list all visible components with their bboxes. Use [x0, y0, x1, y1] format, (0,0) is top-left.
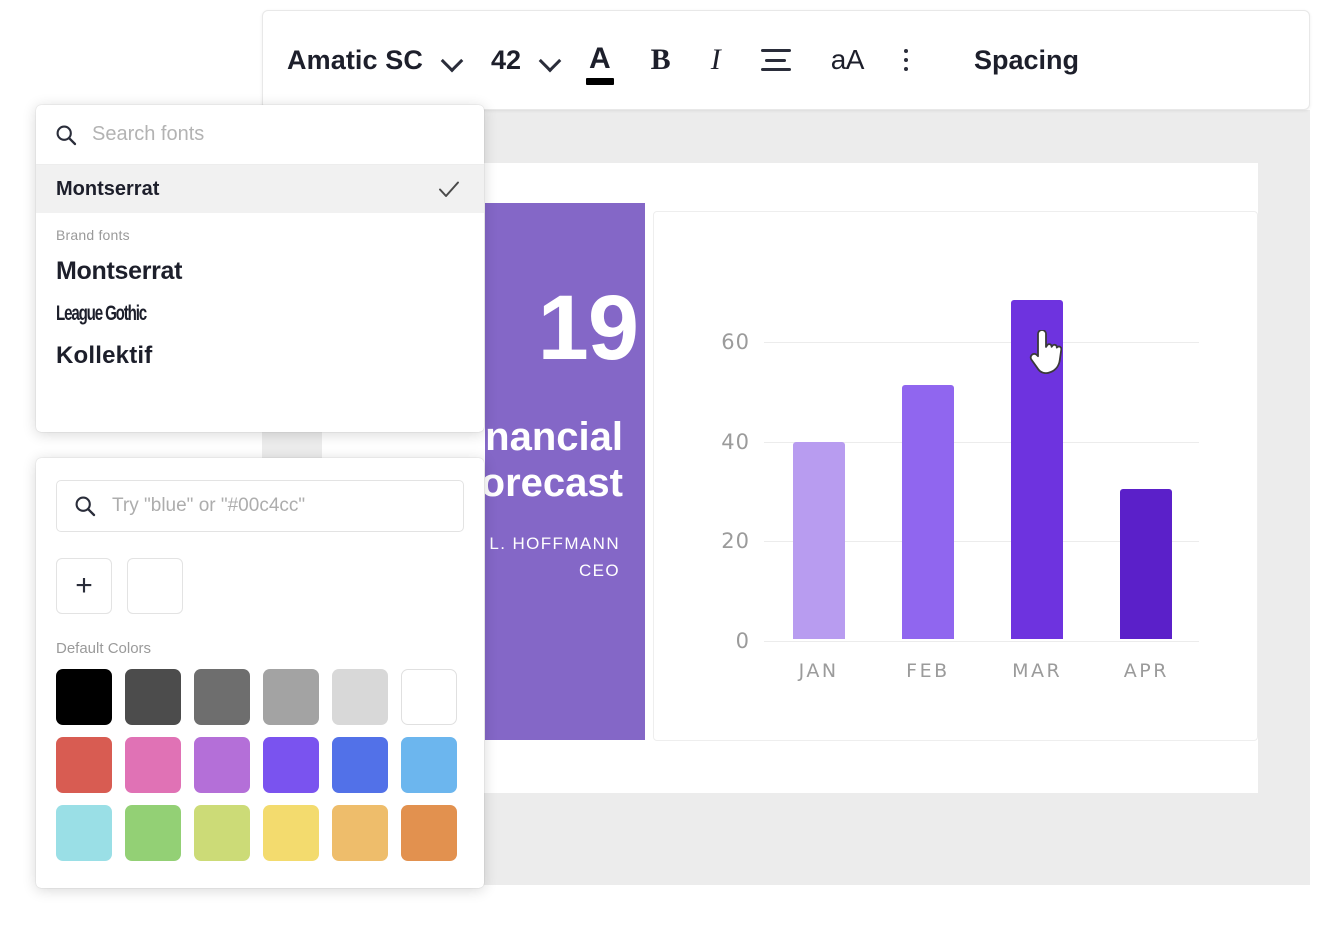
color-swatch[interactable] — [125, 669, 181, 725]
chart-y-tick-label: 0 — [735, 629, 750, 653]
font-family-chevron-down-icon[interactable] — [441, 49, 463, 71]
default-colors-label: Default Colors — [56, 640, 152, 657]
bar-chart[interactable]: 0 20 40 60 JAN FEB MAR APR — [654, 212, 1257, 740]
font-option-selected[interactable]: Montserrat — [36, 165, 484, 213]
brand-fonts-group-label: Brand fonts — [56, 227, 130, 243]
font-option-montserrat[interactable]: Montserrat — [36, 249, 484, 294]
chart-x-tick-label: APR — [1123, 660, 1169, 682]
color-swatch[interactable] — [263, 669, 319, 725]
text-color-A-icon: A — [586, 42, 614, 85]
chart-bar[interactable] — [1011, 299, 1064, 639]
font-option-label: League Gothic — [56, 302, 147, 325]
font-option-kollektif[interactable]: Kollektif — [36, 334, 484, 378]
check-icon — [436, 176, 462, 202]
bullet-list-icon — [903, 49, 934, 71]
chart-gridline — [764, 641, 1199, 642]
text-color-button[interactable]: A — [586, 11, 614, 109]
search-icon — [73, 494, 97, 518]
chart-bar[interactable] — [1120, 489, 1173, 639]
color-swatch[interactable] — [194, 737, 250, 793]
font-size-chevron-down-icon[interactable] — [539, 49, 561, 71]
chart-card[interactable]: 0 20 40 60 JAN FEB MAR APR — [653, 211, 1258, 741]
chart-bar[interactable] — [901, 384, 954, 639]
italic-button[interactable]: I — [711, 11, 721, 109]
bullet-list-button[interactable] — [903, 11, 934, 109]
color-swatch[interactable] — [332, 805, 388, 861]
swatch-row — [56, 805, 464, 861]
font-search-input[interactable] — [92, 123, 466, 146]
spacing-button[interactable]: Spacing — [974, 11, 1079, 109]
plus-icon: + — [75, 569, 93, 602]
current-color-swatch[interactable] — [127, 558, 183, 614]
slide-year-text[interactable]: 19 — [470, 282, 650, 374]
color-swatch[interactable] — [56, 669, 112, 725]
app-root: 19 Financial Forecast L. HOFFMANN CEO 02… — [0, 0, 1340, 936]
font-search-row[interactable] — [36, 105, 484, 165]
align-button[interactable] — [760, 11, 791, 109]
color-swatch[interactable] — [401, 669, 457, 725]
font-size-selector[interactable]: 42 — [491, 11, 521, 109]
align-center-icon — [760, 49, 791, 71]
color-search-row[interactable] — [56, 480, 464, 532]
bold-button[interactable]: B — [651, 11, 671, 109]
default-colors-grid — [56, 669, 464, 861]
font-option-league-gothic[interactable]: League Gothic — [36, 294, 484, 334]
color-swatch[interactable] — [401, 737, 457, 793]
color-picker-panel: + Default Colors — [36, 458, 484, 888]
chart-y-tick-label: 40 — [721, 429, 750, 454]
chart-x-tick-label: MAR — [1012, 660, 1063, 682]
color-search-input[interactable] — [112, 495, 447, 517]
color-swatch[interactable] — [125, 737, 181, 793]
italic-icon: I — [710, 43, 721, 76]
color-swatch[interactable] — [263, 805, 319, 861]
chart-gridline — [764, 341, 1199, 343]
chart-y-tick-label: 60 — [721, 329, 750, 354]
chart-x-tick-label: JAN — [798, 660, 839, 682]
color-swatch[interactable] — [194, 669, 250, 725]
color-swatch[interactable] — [56, 737, 112, 793]
color-swatch[interactable] — [332, 737, 388, 793]
chart-y-tick-label: 20 — [721, 529, 750, 554]
swatch-row — [56, 737, 464, 793]
custom-color-row: + — [56, 558, 464, 614]
color-swatch[interactable] — [194, 805, 250, 861]
bold-icon: B — [650, 43, 671, 76]
font-option-label: Montserrat — [56, 257, 183, 285]
font-family-selector[interactable]: Amatic SC — [287, 11, 423, 109]
text-toolbar: Amatic SC 42 A B I aA Spacing — [262, 10, 1310, 110]
font-selected-label: Montserrat — [56, 177, 160, 200]
search-icon — [54, 123, 78, 147]
chart-bar[interactable] — [792, 442, 845, 639]
color-swatch[interactable] — [125, 805, 181, 861]
color-swatch[interactable] — [263, 737, 319, 793]
swatch-row — [56, 669, 464, 725]
font-option-label: Kollektif — [56, 342, 153, 369]
color-swatch[interactable] — [401, 805, 457, 861]
font-dropdown-panel: Montserrat Brand fonts Montserrat League… — [36, 105, 484, 432]
letter-case-button[interactable]: aA — [830, 11, 865, 109]
color-swatch[interactable] — [56, 805, 112, 861]
letter-case-icon: aA — [830, 44, 865, 75]
color-swatch[interactable] — [332, 669, 388, 725]
chart-x-tick-label: FEB — [906, 660, 950, 682]
add-color-button[interactable]: + — [56, 558, 112, 614]
